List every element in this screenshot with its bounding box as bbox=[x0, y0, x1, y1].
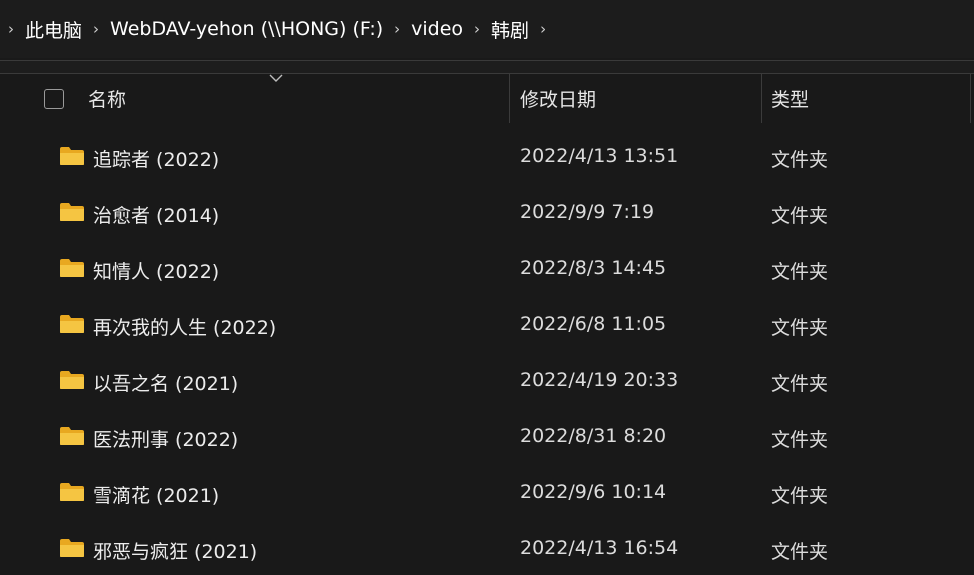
file-date: 2022/9/6 10:14 bbox=[520, 481, 667, 503]
file-explorer-window: › 此电脑 › WebDAV-yehon (\\HONG) (F:) › vid… bbox=[0, 0, 974, 575]
file-type: 文件夹 bbox=[771, 205, 829, 227]
list-item[interactable]: 再次我的人生 (2022) 2022/6/8 11:05 文件夹 bbox=[0, 298, 974, 354]
file-date: 2022/6/8 11:05 bbox=[520, 313, 667, 335]
list-item[interactable]: 知情人 (2022) 2022/8/3 14:45 文件夹 bbox=[0, 242, 974, 298]
file-name: 医法刑事 (2022) bbox=[93, 429, 239, 451]
list-item[interactable]: 邪恶与疯狂 (2021) 2022/4/13 16:54 文件夹 bbox=[0, 522, 974, 575]
file-type: 文件夹 bbox=[771, 317, 829, 339]
list-item[interactable]: 雪滴花 (2021) 2022/9/6 10:14 文件夹 bbox=[0, 466, 974, 522]
chevron-right-icon[interactable]: › bbox=[386, 20, 408, 38]
folder-icon bbox=[60, 371, 84, 389]
list-item[interactable]: 追踪者 (2022) 2022/4/13 13:51 文件夹 bbox=[0, 130, 974, 186]
list-item[interactable]: 医法刑事 (2022) 2022/8/31 8:20 文件夹 bbox=[0, 410, 974, 466]
file-name: 雪滴花 (2021) bbox=[93, 485, 220, 507]
folder-icon bbox=[60, 147, 84, 165]
file-name: 追踪者 (2022) bbox=[93, 149, 220, 171]
toolbar-divider bbox=[0, 60, 974, 74]
folder-icon bbox=[60, 539, 84, 557]
column-resize-handle[interactable] bbox=[970, 74, 971, 123]
folder-icon bbox=[60, 315, 84, 333]
column-resize-handle[interactable] bbox=[761, 74, 762, 123]
column-header-date[interactable]: 修改日期 bbox=[520, 85, 596, 112]
chevron-right-icon[interactable]: › bbox=[85, 20, 107, 38]
list-item[interactable]: 以吾之名 (2021) 2022/4/19 20:33 文件夹 bbox=[0, 354, 974, 410]
file-name: 以吾之名 (2021) bbox=[93, 373, 239, 395]
column-resize-handle[interactable] bbox=[509, 74, 510, 123]
file-date: 2022/8/3 14:45 bbox=[520, 257, 667, 279]
file-type: 文件夹 bbox=[771, 485, 829, 507]
breadcrumb: › 此电脑 › WebDAV-yehon (\\HONG) (F:) › vid… bbox=[0, 0, 974, 58]
sort-chevron-icon[interactable] bbox=[268, 73, 284, 83]
file-date: 2022/4/19 20:33 bbox=[520, 369, 679, 391]
folder-icon bbox=[60, 427, 84, 445]
folder-icon bbox=[60, 483, 84, 501]
column-header-type[interactable]: 类型 bbox=[771, 85, 809, 112]
folder-icon bbox=[60, 259, 84, 277]
file-name: 治愈者 (2014) bbox=[93, 205, 220, 227]
chevron-right-icon[interactable]: › bbox=[466, 20, 488, 38]
file-date: 2022/4/13 16:54 bbox=[520, 537, 679, 559]
select-all-checkbox[interactable] bbox=[44, 89, 64, 109]
column-header-name[interactable]: 名称 bbox=[88, 85, 126, 112]
file-list: 追踪者 (2022) 2022/4/13 13:51 文件夹 治愈者 (2014… bbox=[0, 130, 974, 575]
chevron-right-icon[interactable]: › bbox=[532, 20, 554, 38]
file-name: 邪恶与疯狂 (2021) bbox=[93, 541, 258, 563]
chevron-right-icon[interactable]: › bbox=[0, 20, 22, 38]
breadcrumb-item-this-pc[interactable]: 此电脑 bbox=[22, 16, 85, 43]
file-type: 文件夹 bbox=[771, 429, 829, 451]
breadcrumb-item-drive[interactable]: WebDAV-yehon (\\HONG) (F:) bbox=[107, 18, 386, 40]
breadcrumb-item-video[interactable]: video bbox=[408, 18, 466, 40]
file-date: 2022/9/9 7:19 bbox=[520, 201, 655, 223]
breadcrumb-item-korean-drama[interactable]: 韩剧 bbox=[488, 16, 532, 43]
folder-icon bbox=[60, 203, 84, 221]
file-type: 文件夹 bbox=[771, 261, 829, 283]
file-date: 2022/4/13 13:51 bbox=[520, 145, 679, 167]
file-type: 文件夹 bbox=[771, 149, 829, 171]
column-header: 名称 修改日期 类型 bbox=[0, 74, 974, 124]
file-name: 再次我的人生 (2022) bbox=[93, 317, 277, 339]
file-type: 文件夹 bbox=[771, 541, 829, 563]
file-date: 2022/8/31 8:20 bbox=[520, 425, 667, 447]
list-item[interactable]: 治愈者 (2014) 2022/9/9 7:19 文件夹 bbox=[0, 186, 974, 242]
file-type: 文件夹 bbox=[771, 373, 829, 395]
file-name: 知情人 (2022) bbox=[93, 261, 220, 283]
